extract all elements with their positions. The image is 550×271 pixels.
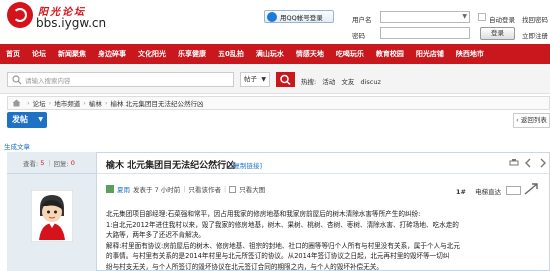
breadcrumb-item[interactable]: 论坛 (33, 98, 46, 108)
nav-item[interactable]: 论坛 (26, 49, 52, 59)
search-type-label: 帖子 (244, 75, 257, 83)
nav-item[interactable]: 陕西地市 (450, 49, 490, 59)
search-icon (280, 74, 291, 86)
meta-separator: | (223, 185, 227, 193)
replies-label: 回复: (53, 159, 69, 168)
image-icon (229, 185, 237, 193)
nav-item[interactable]: 文化阳光 (132, 49, 172, 59)
back-arrow-icon: ‹ (516, 116, 519, 124)
post-time: 发表于 7 小时前 (133, 186, 181, 194)
breadcrumb-separator: › (48, 99, 52, 107)
breadcrumb-separator: › (104, 99, 108, 107)
return-list-label: 返回列表 (520, 116, 547, 124)
hot-term[interactable]: discuz (360, 78, 380, 86)
post-paragraph: 北元集团项目部经理:石菜强和常平，因占用我家的修房地基和我家房前屋后的树木清除水… (106, 210, 421, 218)
password-label: 密码 (352, 32, 365, 40)
breadcrumb: › 论坛 › 地市频道 › 榆林 › 榆林 北元集团目无法纪公然行凶 (7, 96, 550, 110)
home-icon[interactable] (12, 99, 21, 107)
qq-login-button[interactable]: 用QQ帐号登录 (264, 10, 334, 23)
breadcrumb-item[interactable]: 榆林 (89, 98, 102, 108)
post-stats: 查看: 5 | 回复: 0 (7, 152, 97, 174)
hot-term[interactable]: 文友 (341, 78, 354, 86)
nav-item[interactable]: 阳光店铺 (410, 49, 450, 59)
nav-item[interactable]: 满山玩水 (250, 49, 290, 59)
floor-number: 1# (456, 188, 466, 196)
password-input[interactable] (380, 27, 470, 39)
search-icon (12, 74, 22, 84)
breadcrumb-separator: › (83, 99, 86, 107)
stats-separator: | (48, 158, 51, 167)
breadcrumb-item[interactable]: 榆林 北元集团目无法纪公然行凶 (110, 98, 203, 108)
copy-link[interactable]: [复制链接] (231, 160, 262, 170)
nav-item[interactable]: 身边碎事 (92, 49, 132, 59)
hot-search: 热搜: 活动 文友 discuz (301, 76, 381, 86)
only-author-link[interactable]: 只看该作者 (188, 184, 221, 194)
prev-thread-icon[interactable] (524, 158, 534, 168)
post-paragraph: 纷与村支无关，与个人所签订的毁坏协议在北元签订合同的期限之内，与个人的毁坏补偿无… (106, 262, 383, 271)
author-name[interactable]: 夏雨 (117, 184, 130, 194)
qq-login-label: 用QQ帐号登录 (280, 13, 323, 22)
replies-count: 0 (70, 158, 75, 167)
username-label: 用户名 (352, 16, 372, 24)
post-title: 榆木 北元集团目无法纪公然行凶 (106, 161, 236, 171)
site-logo[interactable] (7, 2, 33, 28)
nav-item[interactable]: 教育校园 (370, 49, 410, 59)
nav-item[interactable]: 五0乱拍 (212, 49, 250, 59)
online-status-icon (106, 185, 114, 193)
site-domain: bbs.iygw.cn (36, 16, 107, 30)
views-count: 5 (40, 158, 45, 167)
print-icon[interactable] (509, 158, 519, 168)
next-thread-icon[interactable] (537, 158, 547, 168)
floor-jump: 1# 电梯直达 (456, 186, 501, 196)
new-post-label: 发帖 (12, 115, 28, 124)
new-post-button[interactable]: 发帖 ▼ (7, 112, 47, 128)
return-list-button[interactable]: ‹ 返回列表 (513, 113, 550, 128)
floor-jump-input[interactable] (506, 186, 521, 195)
post-paragraph: 大路等，两年多了还迟不肯解决。 (106, 231, 205, 239)
search-type-select[interactable]: 帖子 ▼ (240, 72, 270, 87)
chevron-down-icon: ▼ (38, 116, 43, 123)
nav-item[interactable]: 情感天地 (290, 49, 330, 59)
search-button[interactable] (276, 72, 295, 87)
hot-term[interactable]: 活动 (322, 78, 335, 86)
chevron-down-icon: ▼ (261, 76, 266, 83)
search-input[interactable]: 请输入搜索内容 (7, 72, 234, 87)
chevron-down-icon[interactable]: ▼ (462, 13, 467, 20)
search-placeholder: 请输入搜索内容 (25, 76, 71, 85)
post-meta: 夏雨 发表于 7 小时前 | 只看该作者 | 只看大图 (106, 184, 265, 194)
avatar[interactable] (31, 190, 73, 242)
nav-item[interactable]: 首页 (0, 49, 26, 59)
username-input[interactable]: ▼ (380, 11, 470, 23)
autologin-label: 自动登录 (489, 16, 515, 24)
post-body: 北元集团项目部经理:石菜强和常平，因占用我家的修房地基和我家房前屋后的树木清除水… (106, 209, 542, 271)
post-paragraph: 1:自北元2012年进住我村以来，毁了我家的修房地基，树木、果树、桃树、杏树、枣… (106, 220, 459, 229)
only-image-link[interactable]: 只看大图 (239, 184, 265, 194)
breadcrumb-item[interactable]: 地市频道 (54, 98, 80, 108)
breadcrumb-separator: › (27, 99, 30, 107)
nav-item[interactable]: 乐享健康 (172, 49, 212, 59)
forgot-password-link[interactable]: 找回密码 (522, 14, 548, 24)
jump-label: 电梯直达 (475, 188, 502, 196)
register-link[interactable]: 立即注册 (522, 30, 548, 40)
nav-item[interactable]: 新闻聚焦 (52, 49, 92, 59)
login-button[interactable]: 登录 (480, 27, 515, 40)
autologin-checkbox[interactable] (478, 13, 486, 21)
go-arrow-icon[interactable] (524, 183, 538, 195)
views-label: 查看: (23, 159, 39, 168)
post-paragraph: 的事情。与村里有关系的是2014年村里与北元所签订的协议。从2014年签订协议之… (106, 252, 450, 260)
qq-icon (267, 11, 277, 22)
generate-article-link[interactable]: 生成文章 (4, 141, 30, 151)
meta-separator: | (183, 185, 186, 193)
main-nav: 首页 论坛 新闻聚焦 身边碎事 文化阳光 乐享健康 五0乱拍 满山玩水 情感天地… (0, 44, 550, 64)
hot-search-label: 热搜: (301, 78, 317, 86)
nav-item[interactable]: 吃喝玩乐 (330, 49, 370, 59)
post-paragraph: 解释:村里面有协议:房前屋后的树木、修房地基、祖宗的封地、社口的圈等等归个人所有… (106, 241, 460, 250)
